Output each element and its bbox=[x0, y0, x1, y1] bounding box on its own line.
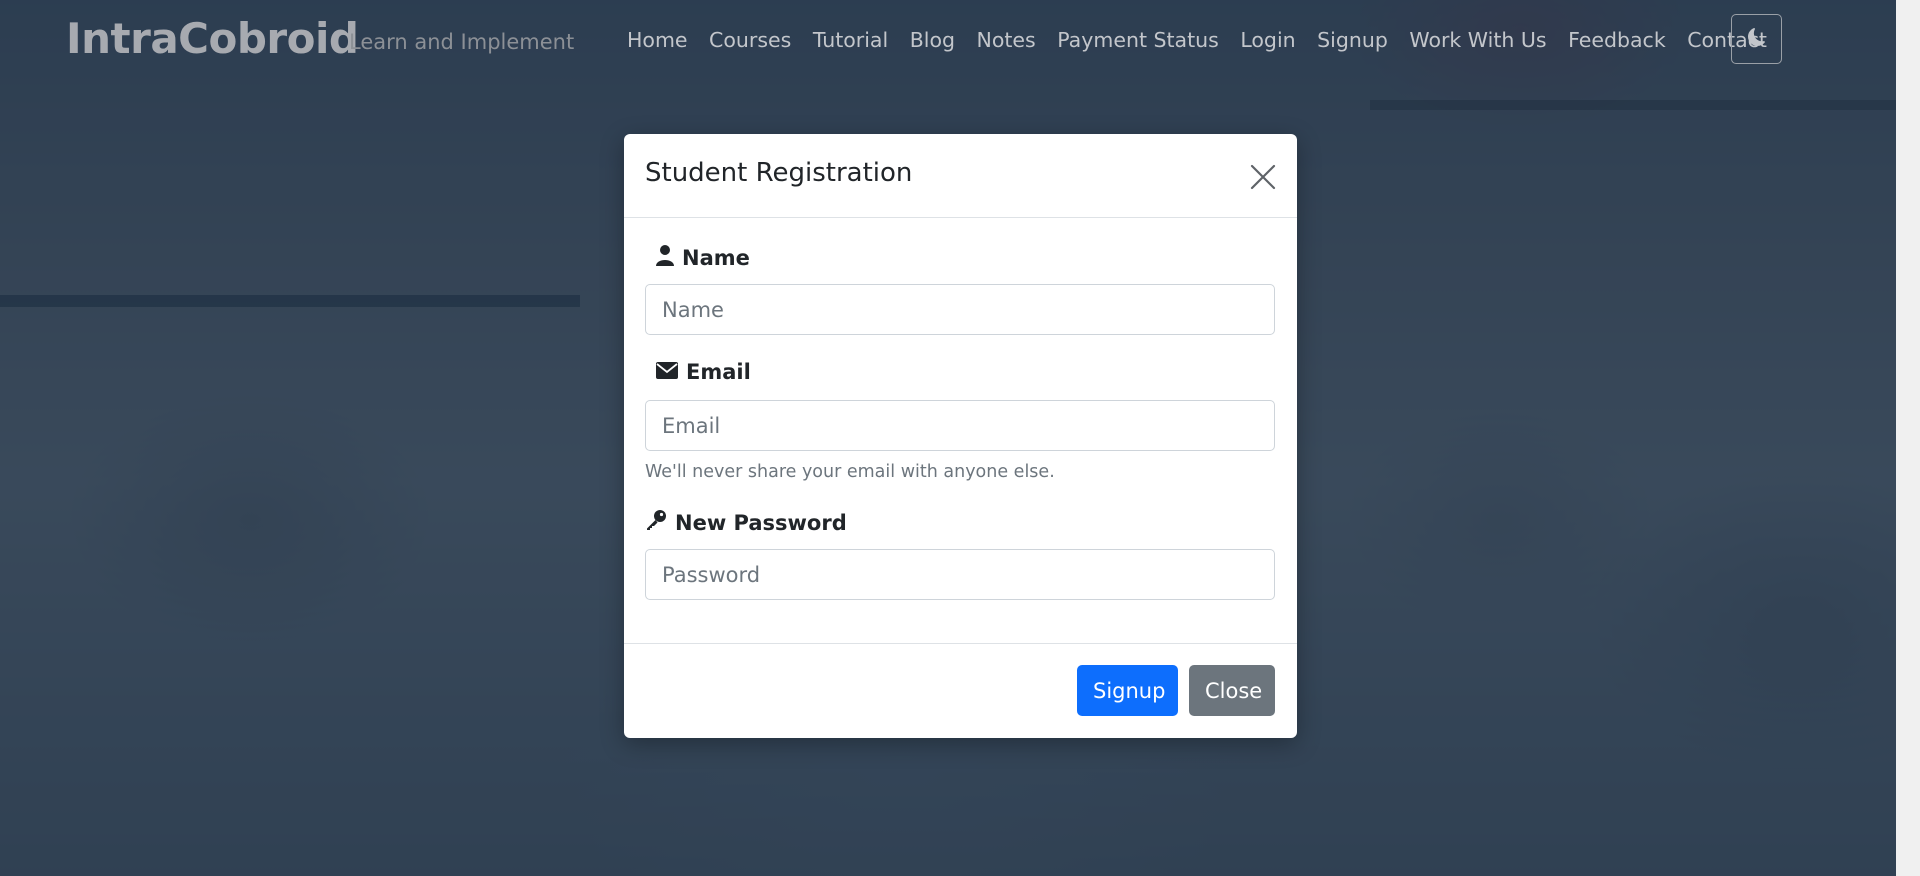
nav-link-home[interactable]: Home bbox=[627, 28, 688, 52]
close-button[interactable]: Close bbox=[1189, 665, 1275, 716]
nav-link-tutorial[interactable]: Tutorial bbox=[813, 28, 888, 52]
name-label-row: Name bbox=[645, 244, 750, 271]
key-icon bbox=[645, 509, 667, 536]
scrollbar[interactable] bbox=[1896, 0, 1920, 876]
name-label: Name bbox=[682, 245, 750, 270]
registration-modal: Student Registration Name Email We'll ne… bbox=[624, 134, 1297, 738]
password-label-row: New Password bbox=[645, 509, 847, 536]
nav-link-login[interactable]: Login bbox=[1240, 28, 1295, 52]
password-input[interactable] bbox=[645, 549, 1275, 600]
moon-icon bbox=[1747, 28, 1766, 50]
modal-body: Name Email We'll never share your email … bbox=[624, 218, 1297, 644]
nav-link-courses[interactable]: Courses bbox=[709, 28, 791, 52]
nav-links: Home Courses Tutorial Blog Notes Payment… bbox=[627, 28, 1788, 52]
modal-header: Student Registration bbox=[624, 134, 1297, 218]
brand-tagline: Learn and Implement bbox=[349, 30, 575, 54]
nav-link-signup[interactable]: Signup bbox=[1317, 28, 1388, 52]
brand-logo[interactable]: IntraCobroid bbox=[66, 14, 359, 63]
nav-link-work-with-us[interactable]: Work With Us bbox=[1409, 28, 1546, 52]
signup-button[interactable]: Signup bbox=[1077, 665, 1178, 716]
nav-link-notes[interactable]: Notes bbox=[977, 28, 1036, 52]
name-input[interactable] bbox=[645, 284, 1275, 335]
modal-title: Student Registration bbox=[645, 158, 913, 188]
modal-footer: Signup Close bbox=[624, 644, 1297, 738]
email-help-text: We'll never share your email with anyone… bbox=[645, 462, 1055, 482]
close-icon[interactable] bbox=[1247, 161, 1279, 193]
email-label: Email bbox=[686, 360, 751, 384]
envelope-icon bbox=[656, 360, 678, 384]
user-icon bbox=[656, 244, 674, 271]
theme-toggle-button[interactable] bbox=[1731, 14, 1782, 64]
email-label-row: Email bbox=[645, 360, 751, 384]
password-label: New Password bbox=[675, 510, 847, 535]
nav-link-payment-status[interactable]: Payment Status bbox=[1057, 28, 1219, 52]
email-input[interactable] bbox=[645, 400, 1275, 451]
navbar: IntraCobroid Learn and Implement Home Co… bbox=[0, 0, 1896, 84]
nav-link-blog[interactable]: Blog bbox=[910, 28, 955, 52]
nav-link-feedback[interactable]: Feedback bbox=[1568, 28, 1666, 52]
